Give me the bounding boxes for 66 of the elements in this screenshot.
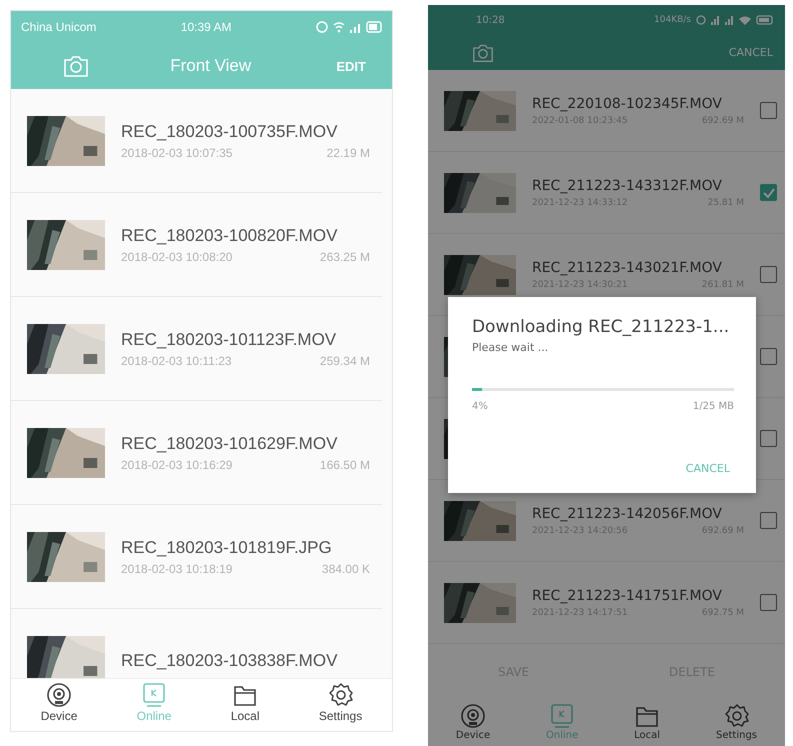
file-row[interactable]: REC_180203-101123F.MOV 2018-02-03 10:11:23 259.34 M [11, 297, 382, 401]
file-date: 2018-02-03 10:11:23 [121, 354, 232, 368]
file-name: REC_211223-142056F.MOV [532, 506, 723, 522]
file-name: REC_180203-101819F.JPG [121, 538, 333, 558]
file-name: REC_180203-101123F.MOV [121, 330, 338, 350]
camera-icon [46, 682, 72, 708]
nav-tab[interactable]: Settings [310, 679, 370, 731]
file-name: REC_180203-100735F.MOV [121, 122, 338, 142]
checkbox[interactable] [760, 348, 777, 365]
file-name: REC_180203-100820F.MOV [121, 226, 338, 246]
progress-percent: 4% [472, 401, 488, 412]
camera-icon [460, 703, 486, 729]
file-row[interactable]: REC_180203-101819F.JPG 2018-02-03 10:18:19 384.00 K [11, 505, 382, 609]
settings-icon [328, 682, 354, 708]
checkbox[interactable] [760, 430, 777, 447]
nav-tab[interactable]: Device [448, 700, 498, 746]
camera-icon[interactable] [472, 42, 494, 62]
nav-tab[interactable]: Device [32, 679, 86, 731]
wifi-icon [332, 21, 345, 33]
screen-icon [549, 703, 576, 729]
nav-tab[interactable]: Local [626, 700, 668, 746]
dialog-title: Downloading REC_211223-1... [472, 317, 730, 337]
file-date: 2018-02-03 10:08:20 [121, 250, 232, 264]
screen-title: Front View [170, 56, 252, 76]
file-row[interactable]: REC_180203-100735F.MOV 2018-02-03 10:07:35 22.19 M [11, 89, 382, 193]
file-size: 166.50 M [320, 458, 370, 472]
battery-icon [756, 15, 773, 25]
alarm-icon [316, 21, 328, 33]
file-date: 2018-02-03 10:18:19 [121, 562, 232, 576]
file-row[interactable]: REC_180203-100820F.MOV 2018-02-03 10:08:20 263.25 M [11, 193, 382, 297]
network-speed: 104KB/s [654, 15, 691, 25]
settings-icon [724, 703, 750, 729]
file-name: REC_220108-102345F.MOV [532, 96, 723, 112]
file-row[interactable]: REC_180203-101629F.MOV 2018-02-03 10:16:29 166.50 M [11, 401, 382, 505]
signal-icon [711, 15, 720, 25]
checkbox[interactable] [760, 594, 777, 611]
file-size: 259.34 M [320, 354, 370, 368]
signal-icon [350, 22, 361, 32]
file-size: 263.25 M [320, 250, 370, 264]
progress-amount: 1/25 MB [692, 401, 734, 412]
checkbox[interactable] [760, 266, 777, 283]
screen-icon [141, 682, 168, 708]
carrier-name: China Unicom [21, 20, 96, 34]
file-date: 2018-02-03 10:16:29 [121, 458, 232, 472]
clock-time: 10:28 [476, 14, 505, 26]
battery-icon [366, 21, 382, 33]
checkbox[interactable] [760, 102, 777, 119]
checkbox[interactable] [760, 512, 777, 529]
nav-tab[interactable]: Settings [708, 700, 766, 746]
file-size: 384.00 K [322, 562, 370, 576]
file-name: REC_180203-103838F.MOV [121, 650, 338, 670]
signal-icon [725, 15, 734, 25]
clock-time: 10:39 AM [180, 20, 232, 34]
file-name: REC_180203-101629F.MOV [121, 434, 338, 454]
checkbox[interactable] [760, 184, 777, 201]
file-name: REC_211223-141751F.MOV [532, 588, 723, 604]
file-name: REC_211223-143312F.MOV [532, 178, 723, 194]
wifi-icon [739, 15, 751, 25]
nav-tab[interactable]: Local [222, 679, 268, 731]
alarm-icon [696, 15, 706, 25]
cancel-button[interactable]: CANCEL [724, 42, 777, 63]
dialog-message: Please wait ... [472, 341, 550, 354]
file-size: 22.19 M [326, 146, 370, 160]
camera-icon[interactable] [63, 54, 89, 78]
file-name: REC_211223-143021F.MOV [532, 260, 723, 276]
file-date: 2018-02-03 10:07:35 [121, 146, 232, 160]
